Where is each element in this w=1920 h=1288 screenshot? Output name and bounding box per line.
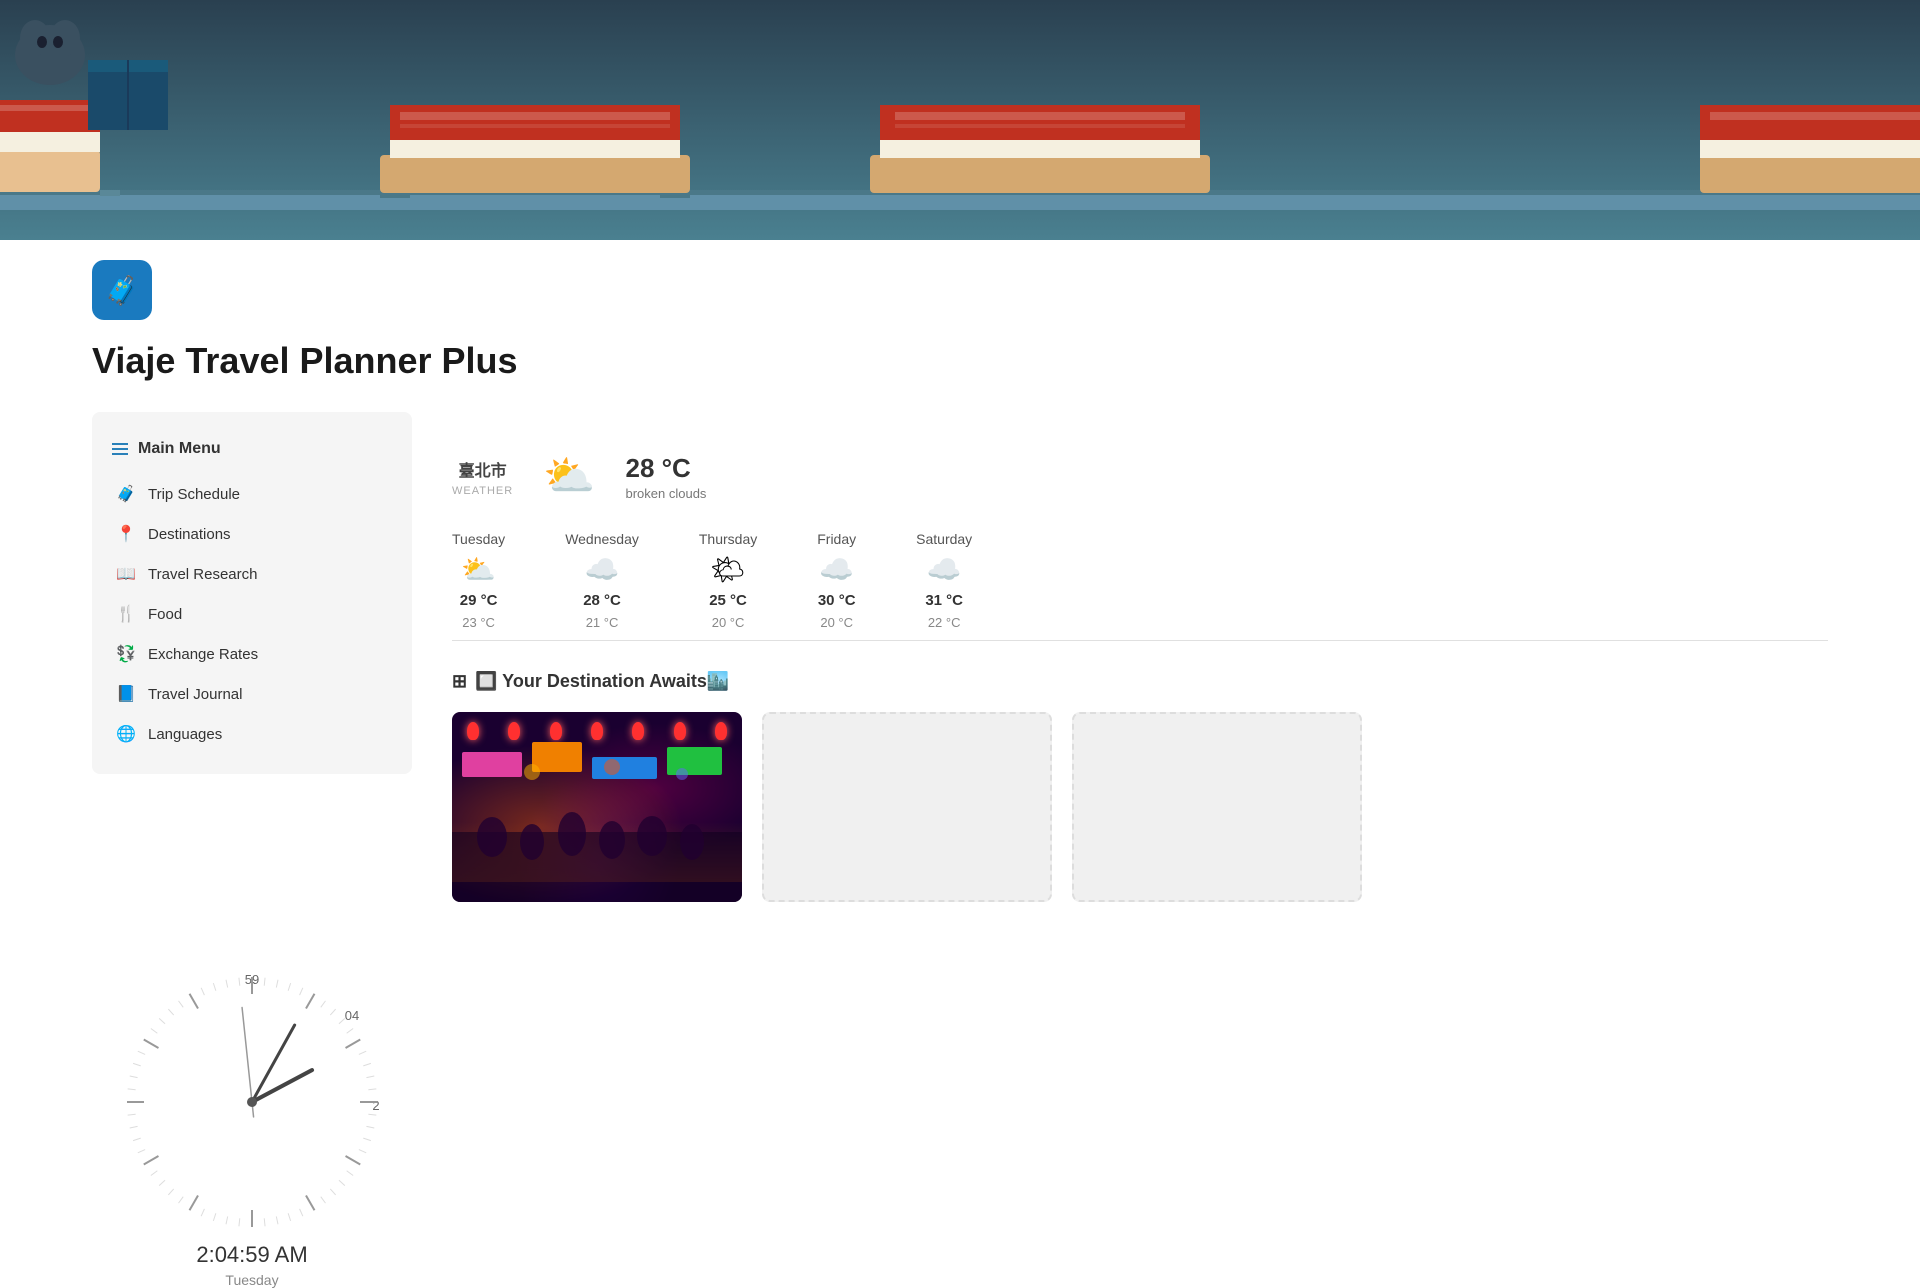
sidebar-item-destinations[interactable]: 📍 Destinations — [92, 514, 412, 554]
forecast-day-2: Wednesday — [565, 531, 639, 547]
forecast-wednesday: Wednesday ☁️ 28 °C 21 °C — [565, 531, 639, 630]
destination-section: ⊞ 🔲 Your Destination Awaits🏙️ — [452, 661, 1828, 912]
forecast-low-1: 23 °C — [462, 615, 495, 630]
forecast-saturday: Saturday ☁️ 31 °C 22 °C — [916, 531, 972, 630]
weather-forecast: Tuesday ⛅ 29 °C 23 °C Wednesday ☁️ 28 °C… — [452, 531, 1828, 630]
destination-card-1[interactable] — [452, 712, 742, 902]
destination-card-3[interactable] — [1072, 712, 1362, 902]
digital-clock: 2:04:59 AM — [92, 1242, 412, 1268]
forecast-thursday: Thursday 🌤 25 °C 20 °C — [699, 531, 757, 630]
svg-text:04: 04 — [345, 1008, 359, 1023]
forecast-day-5: Saturday — [916, 531, 972, 547]
forecast-tuesday: Tuesday ⛅ 29 °C 23 °C — [452, 531, 505, 630]
sidebar-item-label-travel-research: Travel Research — [148, 566, 257, 583]
sidebar-title: Main Menu — [138, 440, 221, 458]
forecast-low-4: 20 °C — [820, 615, 853, 630]
sidebar-header: Main Menu — [92, 432, 412, 474]
food-icon: 🍴 — [116, 604, 136, 624]
forecast-high-1: 29 °C — [460, 592, 498, 609]
destination-grid-icon: ⊞ — [452, 671, 467, 692]
forecast-icon-3: 🌤 — [710, 553, 746, 586]
sidebar-item-label-food: Food — [148, 606, 182, 623]
travel-journal-icon: 📘 — [116, 684, 136, 704]
clock-section: // This won't run in SVG, we'll do it in… — [92, 962, 412, 1288]
sidebar-item-languages[interactable]: 🌐 Languages — [92, 714, 412, 754]
clock-face: // This won't run in SVG, we'll do it in… — [112, 962, 392, 1242]
app-icon: 🧳 — [92, 260, 152, 320]
weather-label: WEATHER — [452, 485, 513, 497]
forecast-high-3: 25 °C — [709, 592, 747, 609]
sidebar-item-trip-schedule[interactable]: 🧳 Trip Schedule — [92, 474, 412, 514]
sidebar-item-label-destinations: Destinations — [148, 526, 231, 543]
svg-text:2: 2 — [372, 1098, 379, 1113]
forecast-high-4: 30 °C — [818, 592, 856, 609]
forecast-day-1: Tuesday — [452, 531, 505, 547]
forecast-friday: Friday ☁️ 30 °C 20 °C — [817, 531, 856, 630]
app-title: Viaje Travel Planner Plus — [0, 320, 1920, 412]
forecast-icon-2: ☁️ — [585, 553, 620, 586]
lower-right-panel — [412, 962, 1828, 1288]
sidebar-item-label-travel-journal: Travel Journal — [148, 686, 242, 703]
forecast-high-2: 28 °C — [583, 592, 621, 609]
forecast-low-3: 20 °C — [712, 615, 745, 630]
forecast-high-5: 31 °C — [925, 592, 963, 609]
forecast-icon-1: ⛅ — [461, 553, 496, 586]
current-temp: 28 °C — [625, 453, 706, 484]
weather-description: broken clouds — [625, 486, 706, 501]
sidebar: Main Menu 🧳 Trip Schedule 📍 Destinations… — [92, 412, 412, 774]
destination-header: ⊞ 🔲 Your Destination Awaits🏙️ — [452, 671, 1828, 692]
current-weather-icon: ⛅ — [543, 452, 595, 501]
forecast-icon-5: ☁️ — [927, 553, 962, 586]
forecast-day-3: Thursday — [699, 531, 757, 547]
sidebar-item-travel-research[interactable]: 📖 Travel Research — [92, 554, 412, 594]
sidebar-item-food[interactable]: 🍴 Food — [92, 594, 412, 634]
forecast-day-4: Friday — [817, 531, 856, 547]
destinations-icon: 📍 — [116, 524, 136, 544]
exchange-rates-icon: 💱 — [116, 644, 136, 664]
weather-container: 臺北市 WEATHER ⛅ 28 °C broken clouds Tuesda… — [452, 412, 1828, 942]
hero-banner — [0, 0, 1920, 240]
trip-schedule-icon: 🧳 — [116, 484, 136, 504]
sidebar-item-label-languages: Languages — [148, 726, 222, 743]
destination-title: 🔲 Your Destination Awaits🏙️ — [475, 671, 729, 692]
sidebar-item-label-exchange-rates: Exchange Rates — [148, 646, 258, 663]
travel-research-icon: 📖 — [116, 564, 136, 584]
sidebar-item-exchange-rates[interactable]: 💱 Exchange Rates — [92, 634, 412, 674]
sidebar-item-travel-journal[interactable]: 📘 Travel Journal — [92, 674, 412, 714]
destination-card-2[interactable] — [762, 712, 1052, 902]
sidebar-item-label-trip-schedule: Trip Schedule — [148, 486, 240, 503]
languages-icon: 🌐 — [116, 724, 136, 744]
destination-grid — [452, 712, 1828, 902]
weather-city: 臺北市 — [459, 457, 507, 481]
forecast-low-2: 21 °C — [586, 615, 619, 630]
forecast-low-5: 22 °C — [928, 615, 961, 630]
clock-day: Tuesday — [92, 1272, 412, 1288]
right-panel: 臺北市 WEATHER ⛅ 28 °C broken clouds Tuesda… — [412, 412, 1828, 942]
forecast-icon-4: ☁️ — [819, 553, 854, 586]
menu-icon — [112, 443, 128, 455]
